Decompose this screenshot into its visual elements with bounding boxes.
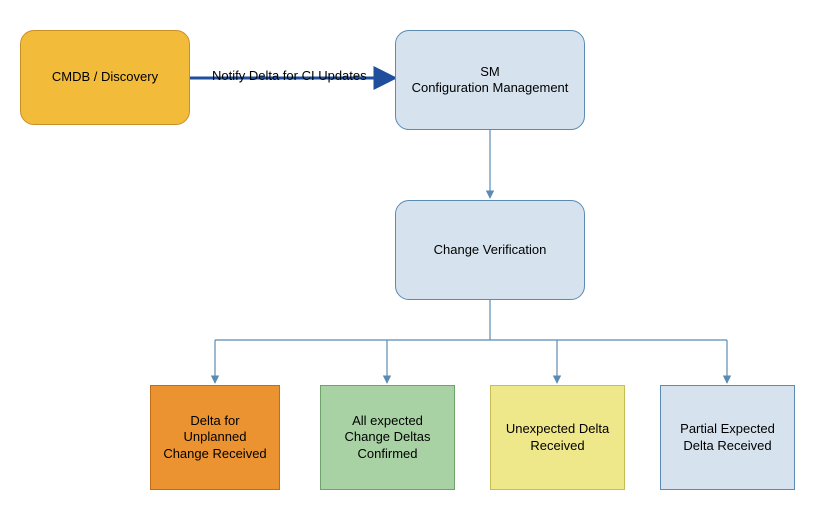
node-label: Change Verification — [434, 242, 547, 258]
node-all-expected-change-deltas-confirmed: All expected Change Deltas Confirmed — [320, 385, 455, 490]
node-label: Delta for Unplanned Change Received — [163, 413, 266, 462]
node-label: CMDB / Discovery — [52, 69, 158, 85]
node-label: All expected Change Deltas Confirmed — [345, 413, 431, 462]
edge-label-notify-delta: Notify Delta for CI Updates — [212, 68, 367, 83]
node-change-verification: Change Verification — [395, 200, 585, 300]
node-label: Partial Expected Delta Received — [680, 421, 775, 454]
node-label: SM Configuration Management — [412, 64, 569, 97]
node-label: Unexpected Delta Received — [506, 421, 609, 454]
node-sm-configuration-management: SM Configuration Management — [395, 30, 585, 130]
node-cmdb-discovery: CMDB / Discovery — [20, 30, 190, 125]
node-unexpected-delta-received: Unexpected Delta Received — [490, 385, 625, 490]
node-delta-unplanned-change-received: Delta for Unplanned Change Received — [150, 385, 280, 490]
node-partial-expected-delta-received: Partial Expected Delta Received — [660, 385, 795, 490]
